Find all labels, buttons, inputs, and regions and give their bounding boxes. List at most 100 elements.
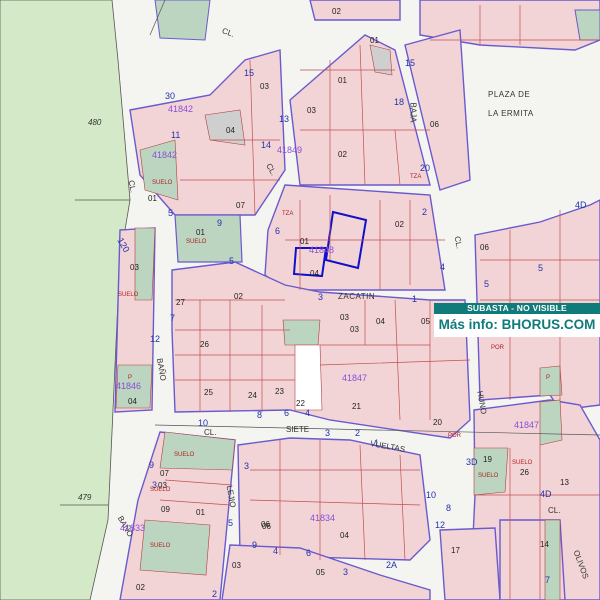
parcel-number: 17 [451,546,460,555]
house-number: 3 [343,567,349,577]
tag-suelo: SUELO [512,460,533,466]
parcel-number: 19 [483,455,492,464]
house-number: 8 [446,503,452,513]
parcel-number: 04 [128,397,137,406]
block-41834[interactable] [237,437,431,561]
house-number: 6 [275,226,281,236]
house-number: 12 [150,334,161,344]
tag-suelo: SUELO [186,239,207,245]
block-top-mid[interactable] [309,0,401,21]
parcel-number: 23 [275,387,284,396]
house-number: 7 [170,313,176,323]
auction-banner[interactable]: SUBASTA - NO VISIBLE Más info: BHORUS.CO… [434,303,600,337]
tag-por: POR [448,433,462,439]
cadastral-map[interactable]: PLAZA DE LA ERMITA BAJA CL. CL. CL. CL. … [0,0,600,600]
house-number: 9 [252,540,258,550]
parcel-number: 27 [176,298,185,307]
parcel-number: 24 [248,391,257,400]
house-number: 15 [405,58,416,68]
parcel-number: 07 [236,201,245,210]
street-label-cl-5: CL. [204,428,217,437]
auction-status: SUBASTA - NO VISIBLE [434,303,600,314]
block-number: 41833 [120,523,146,533]
house-number: 3D [466,457,478,467]
tag-suelo: SUELO [150,487,171,493]
house-number: 30 [165,91,176,101]
house-number: 3 [318,292,324,302]
house-number: 18 [394,97,405,107]
house-number: 13 [279,114,290,124]
street-label-zacatin: ZACATIN [338,292,376,301]
green-parcel-top [154,0,211,41]
house-number: 2 [355,428,361,438]
street-label-baja: BAJA [408,102,418,123]
parcel-number: 01 [196,228,205,237]
tag-suelo: SUELO [152,180,173,186]
house-number: 5 [168,208,174,218]
house-number: 1 [374,438,380,448]
house-number: 20 [420,163,431,173]
parcel-number: 02 [395,220,404,229]
block-number: 41842 [152,150,178,160]
street-label-plaza: PLAZA DE LA ERMITA [488,90,534,118]
block-number: 41848 [309,245,335,255]
parcel-number: 26 [200,340,209,349]
parcel-number: 03 [340,313,349,322]
house-number: 6 [284,408,290,418]
house-number: 3 [325,428,331,438]
parcel-number: 01 [338,76,347,85]
block-number: 41834 [310,513,336,523]
house-number: 4 [273,546,279,556]
parcel-number: 03 [307,106,316,115]
tag-suelo: SUELO [174,452,195,458]
parcel-number: 01 [370,36,379,45]
block-number: 41842 [168,104,194,114]
terrain-number: 480 [88,118,102,127]
parcel-number: 07 [160,469,169,478]
parcel-number: 05 [316,568,325,577]
parcel-number: 04 [340,531,349,540]
parcel-number: 05 [421,317,430,326]
house-number: 6 [306,548,312,558]
parcel-number: 06 [480,243,489,252]
parcel-number: 03 [130,263,139,272]
street-label-cl-3: CL. [126,179,138,194]
parcel-number: 01 [196,508,205,517]
tag-p: P [128,375,133,381]
parcel-number: 03 [350,325,359,334]
parcel-number: 03 [232,561,241,570]
parcel-number: 26 [520,468,529,477]
parcel-number: 21 [352,402,361,411]
house-number: 5 [484,279,490,289]
house-number: 4 [305,408,311,418]
parcel-number: 02 [136,583,145,592]
parcel-number: 25 [204,388,213,397]
house-number: 9 [149,460,155,470]
parcel-number: 14 [540,540,549,549]
house-number: 3 [244,461,250,471]
parcel-number: 13 [560,478,569,487]
block-number: 41849 [277,145,303,155]
tag-suelo: SUELO [150,543,171,549]
house-number: 7 [545,575,551,585]
block-41848[interactable] [264,184,446,291]
house-number: 11 [171,130,181,140]
block-se[interactable] [439,527,501,600]
parcel-number: 06 [430,120,439,129]
auction-info-link[interactable]: Más info: BHORUS.COM [434,314,600,336]
house-number: 15 [244,68,255,78]
tag-tza: TZA [410,174,422,180]
house-number: 9 [217,218,223,228]
terrain-number: 479 [78,493,92,502]
parcel-number: 04 [226,126,235,135]
tag-p: P [546,375,551,381]
house-number: 10 [426,490,437,500]
house-number: 5 [538,263,544,273]
parcel-number: 04 [310,269,319,278]
block-number: 41847 [514,420,540,430]
parcel-number: 22 [296,399,305,408]
parcel-number: 02 [338,150,347,159]
house-number: 2A [386,560,398,570]
tag-suelo: SUELO [118,292,139,298]
parcel-number: 02 [332,7,341,16]
